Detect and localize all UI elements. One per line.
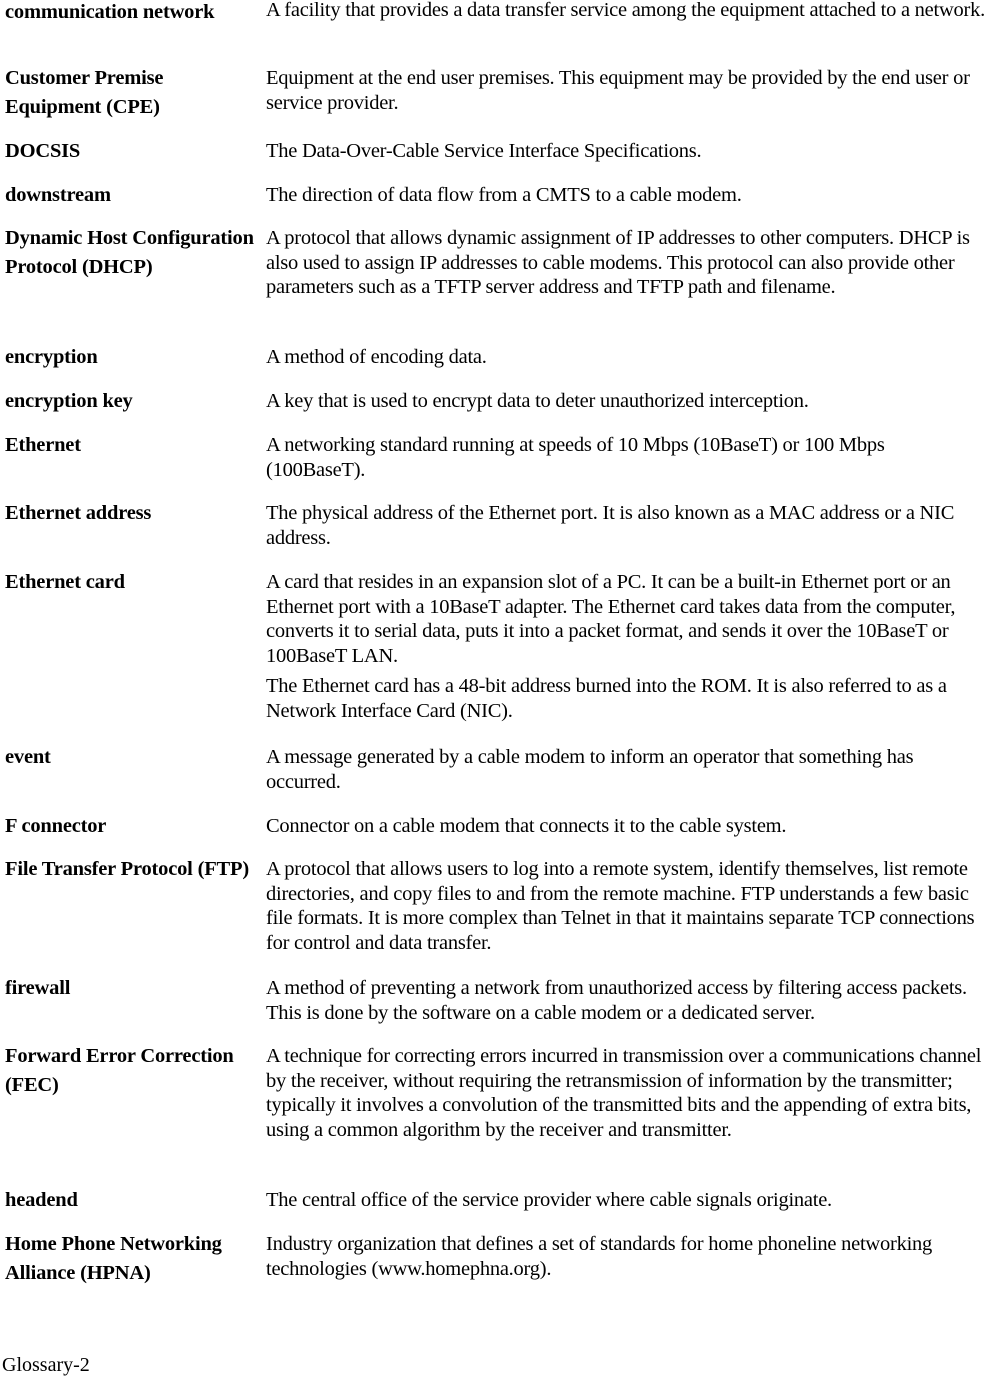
definition-paragraph: A method of preventing a network from un…: [266, 977, 967, 1024]
glossary-term: F connector: [5, 815, 107, 837]
glossary-term: encryption key: [5, 390, 133, 412]
glossary-definition: A card that resides in an expansion slot…: [266, 570, 984, 724]
glossary-definition: The direction of data flow from a CMTS t…: [266, 183, 984, 208]
definition-paragraph: A facility that provides a data transfer…: [266, 0, 984, 21]
glossary-term: Home Phone Networking Alliance (HPNA): [5, 1233, 222, 1284]
definition-paragraph: Industry organization that defines a set…: [266, 1233, 933, 1280]
definition-paragraph: A key that is used to encrypt data to de…: [266, 390, 809, 412]
glossary-definition: Connector on a cable modem that connects…: [266, 814, 984, 839]
glossary-definition: Equipment at the end user premises. This…: [266, 66, 984, 115]
glossary-term: firewall: [5, 977, 71, 999]
glossary-term: Ethernet card: [5, 571, 125, 593]
glossary-definition: A networking standard running at speeds …: [266, 433, 984, 482]
glossary-term: Ethernet: [5, 434, 81, 456]
definition-paragraph: The direction of data flow from a CMTS t…: [266, 184, 742, 206]
glossary-definition: A message generated by a cable modem to …: [266, 745, 984, 794]
definition-paragraph: A protocol that allows dynamic assignmen…: [266, 227, 970, 299]
glossary-definition: A key that is used to encrypt data to de…: [266, 389, 984, 414]
glossary-term: event: [5, 746, 51, 768]
glossary-definition: A facility that provides a data transfer…: [266, 0, 984, 23]
definition-paragraph: The Data-Over-Cable Service Interface Sp…: [266, 140, 702, 162]
glossary-definition: The physical address of the Ethernet por…: [266, 501, 984, 550]
glossary-term: Forward Error Correction (FEC): [5, 1045, 234, 1096]
page-number: Glossary-2: [2, 1354, 90, 1376]
glossary-term: downstream: [5, 184, 111, 206]
glossary-term: Customer Premise Equipment (CPE): [5, 67, 164, 118]
definition-paragraph: The Ethernet card has a 48-bit address b…: [266, 675, 947, 722]
glossary-term: DOCSIS: [5, 140, 81, 162]
glossary-definition: The central office of the service provid…: [266, 1188, 984, 1213]
glossary-term: encryption: [5, 346, 98, 368]
definition-paragraph: A networking standard running at speeds …: [266, 434, 885, 481]
glossary-definition: A technique for correcting errors incurr…: [266, 1044, 984, 1142]
glossary-term: Ethernet address: [5, 502, 152, 524]
definition-paragraph: A technique for correcting errors incurr…: [266, 1045, 982, 1141]
glossary-term: communication network: [5, 1, 215, 23]
definition-paragraph: A protocol that allows users to log into…: [266, 858, 975, 954]
definition-paragraph: A method of encoding data.: [266, 346, 487, 368]
glossary-definition: A method of preventing a network from un…: [266, 976, 984, 1025]
glossary-definition: A protocol that allows users to log into…: [266, 857, 984, 955]
glossary-definition: Industry organization that defines a set…: [266, 1232, 984, 1281]
glossary-term: File Transfer Protocol (FTP): [5, 858, 249, 880]
glossary-definition: A protocol that allows dynamic assignmen…: [266, 226, 984, 300]
glossary-definition: A method of encoding data.: [266, 345, 984, 370]
definition-paragraph: The central office of the service provid…: [266, 1189, 832, 1211]
definition-paragraph: Equipment at the end user premises. This…: [266, 67, 970, 114]
definition-paragraph: A card that resides in an expansion slot…: [266, 571, 956, 667]
glossary-definition: The Data-Over-Cable Service Interface Sp…: [266, 139, 984, 164]
glossary-term: Dynamic Host Configuration Protocol (DHC…: [5, 227, 254, 278]
definition-paragraph: Connector on a cable modem that connects…: [266, 815, 787, 837]
definition-paragraph: A message generated by a cable modem to …: [266, 746, 914, 793]
glossary-term: headend: [5, 1189, 78, 1211]
definition-paragraph: The physical address of the Ethernet por…: [266, 502, 955, 549]
